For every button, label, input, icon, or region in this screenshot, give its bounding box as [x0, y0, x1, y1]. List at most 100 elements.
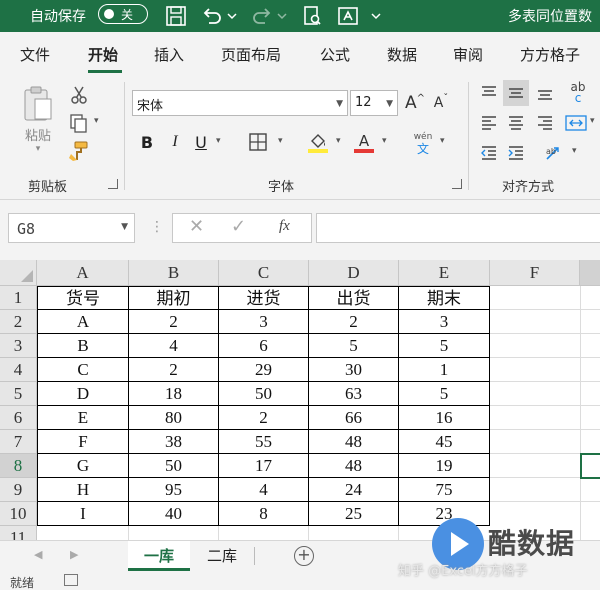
save-icon[interactable] — [164, 4, 188, 28]
table-cell[interactable]: 2 — [309, 310, 399, 334]
fill-color-dropdown-icon[interactable]: ▾ — [336, 136, 341, 146]
font-size-combo[interactable]: 12 ▼ — [350, 90, 398, 116]
row-header[interactable]: 2 — [0, 310, 37, 334]
increase-indent-icon[interactable] — [505, 142, 527, 164]
table-cell[interactable]: 2 — [219, 406, 309, 430]
customize-toolbar-icon[interactable] — [370, 4, 382, 28]
phonetic-button[interactable]: wén 文 — [410, 128, 436, 158]
cut-icon[interactable] — [68, 84, 90, 106]
table-cell[interactable]: 4 — [219, 478, 309, 502]
active-cell-g8[interactable] — [580, 453, 600, 479]
column-header[interactable]: F — [490, 260, 580, 286]
row-header[interactable]: 4 — [0, 358, 37, 382]
column-header[interactable]: A — [37, 260, 129, 286]
redo-dropdown-icon[interactable] — [276, 4, 288, 28]
sheet-tab-2[interactable]: 二库 — [194, 541, 250, 571]
column-header[interactable]: C — [219, 260, 309, 286]
table-cell[interactable]: D — [37, 382, 129, 406]
tab-file[interactable]: 文件 — [20, 44, 50, 65]
table-cell[interactable]: 4 — [129, 334, 219, 358]
table-cell[interactable]: 3 — [399, 310, 490, 334]
table-cell[interactable]: 63 — [309, 382, 399, 406]
align-top-icon[interactable] — [478, 82, 500, 104]
print-preview-icon[interactable] — [300, 4, 324, 28]
shrink-font-button[interactable]: Aˇ — [430, 90, 452, 116]
borders-icon[interactable] — [246, 130, 270, 154]
table-cell[interactable]: 30 — [309, 358, 399, 382]
table-cell[interactable]: E — [37, 406, 129, 430]
merge-center-icon[interactable] — [564, 112, 588, 134]
enter-icon[interactable]: ✓ — [231, 216, 246, 237]
row-header[interactable]: 6 — [0, 406, 37, 430]
table-cell[interactable]: 75 — [399, 478, 490, 502]
table-cell[interactable]: 48 — [309, 454, 399, 478]
tab-review[interactable]: 审阅 — [453, 44, 483, 65]
cancel-icon[interactable]: ✕ — [189, 216, 204, 237]
table-cell[interactable]: 5 — [399, 382, 490, 406]
tab-fangfang[interactable]: 方方格子 — [520, 44, 580, 65]
underline-dropdown-icon[interactable]: ▾ — [216, 136, 221, 146]
grow-font-button[interactable]: A ^ — [404, 90, 426, 116]
text-box-icon[interactable] — [336, 4, 360, 28]
table-cell[interactable]: 55 — [219, 430, 309, 454]
row-header[interactable]: 11 — [0, 526, 37, 540]
column-header-g[interactable] — [580, 260, 600, 286]
table-cell[interactable]: 3 — [219, 310, 309, 334]
table-cell[interactable]: 1 — [399, 358, 490, 382]
copy-icon[interactable] — [66, 112, 90, 134]
row-header[interactable]: 9 — [0, 478, 37, 502]
paste-dropdown-icon[interactable]: ▾ — [36, 144, 41, 154]
name-box[interactable]: G8 ▼ — [8, 213, 135, 243]
font-color-button[interactable]: A — [352, 130, 376, 156]
column-header[interactable]: D — [309, 260, 399, 286]
select-all-button[interactable] — [0, 260, 37, 286]
decrease-indent-icon[interactable] — [478, 142, 500, 164]
table-cell[interactable]: 5 — [399, 334, 490, 358]
bold-button[interactable]: B — [136, 130, 158, 154]
table-header-cell[interactable]: 进货 — [219, 286, 309, 310]
tab-formulas[interactable]: 公式 — [320, 44, 350, 65]
table-cell[interactable]: 38 — [129, 430, 219, 454]
scroll-right-icon[interactable]: ▶ — [70, 548, 78, 561]
column-header[interactable]: B — [129, 260, 219, 286]
font-name-combo[interactable]: 宋体 ▼ — [132, 90, 348, 116]
align-bottom-icon[interactable] — [534, 82, 556, 104]
tab-data[interactable]: 数据 — [387, 44, 417, 65]
table-cell[interactable]: H — [37, 478, 129, 502]
sheet-tab-1[interactable]: 一库 — [128, 541, 190, 571]
table-cell[interactable]: B — [37, 334, 129, 358]
table-cell[interactable]: 18 — [129, 382, 219, 406]
table-cell[interactable]: 50 — [129, 454, 219, 478]
fill-color-button[interactable] — [306, 130, 330, 156]
table-cell[interactable]: 16 — [399, 406, 490, 430]
align-center-icon[interactable] — [505, 112, 527, 134]
row-header[interactable]: 3 — [0, 334, 37, 358]
table-cell[interactable]: 80 — [129, 406, 219, 430]
undo-dropdown-icon[interactable] — [226, 4, 238, 28]
tab-home[interactable]: 开始 — [88, 44, 118, 65]
table-cell[interactable]: 45 — [399, 430, 490, 454]
orientation-dropdown-icon[interactable]: ▾ — [572, 146, 577, 156]
clipboard-launcher-icon[interactable] — [108, 179, 118, 189]
table-cell[interactable]: 50 — [219, 382, 309, 406]
spreadsheet-grid[interactable]: A B C D E F 1 2 3 4 5 6 7 8 9 10 11 货号 期… — [0, 260, 600, 540]
italic-button[interactable]: I — [164, 130, 186, 154]
align-left-icon[interactable] — [478, 112, 500, 134]
scroll-left-icon[interactable]: ◀ — [34, 548, 42, 561]
table-header-cell[interactable]: 货号 — [37, 286, 129, 310]
table-cell[interactable]: 2 — [129, 358, 219, 382]
row-header[interactable]: 7 — [0, 430, 37, 454]
table-cell[interactable]: 5 — [309, 334, 399, 358]
table-header-cell[interactable]: 出货 — [309, 286, 399, 310]
underline-button[interactable]: U — [190, 130, 212, 154]
accessibility-icon[interactable] — [64, 574, 78, 586]
table-cell[interactable]: 40 — [129, 502, 219, 526]
paste-button[interactable]: 粘贴 ▾ — [18, 84, 58, 154]
table-cell[interactable]: 29 — [219, 358, 309, 382]
row-header[interactable]: 8 — [0, 454, 37, 478]
table-cell[interactable]: F — [37, 430, 129, 454]
formula-input[interactable] — [316, 213, 600, 243]
copy-dropdown-icon[interactable]: ▾ — [94, 116, 99, 126]
table-cell[interactable]: 8 — [219, 502, 309, 526]
table-cell[interactable]: 24 — [309, 478, 399, 502]
